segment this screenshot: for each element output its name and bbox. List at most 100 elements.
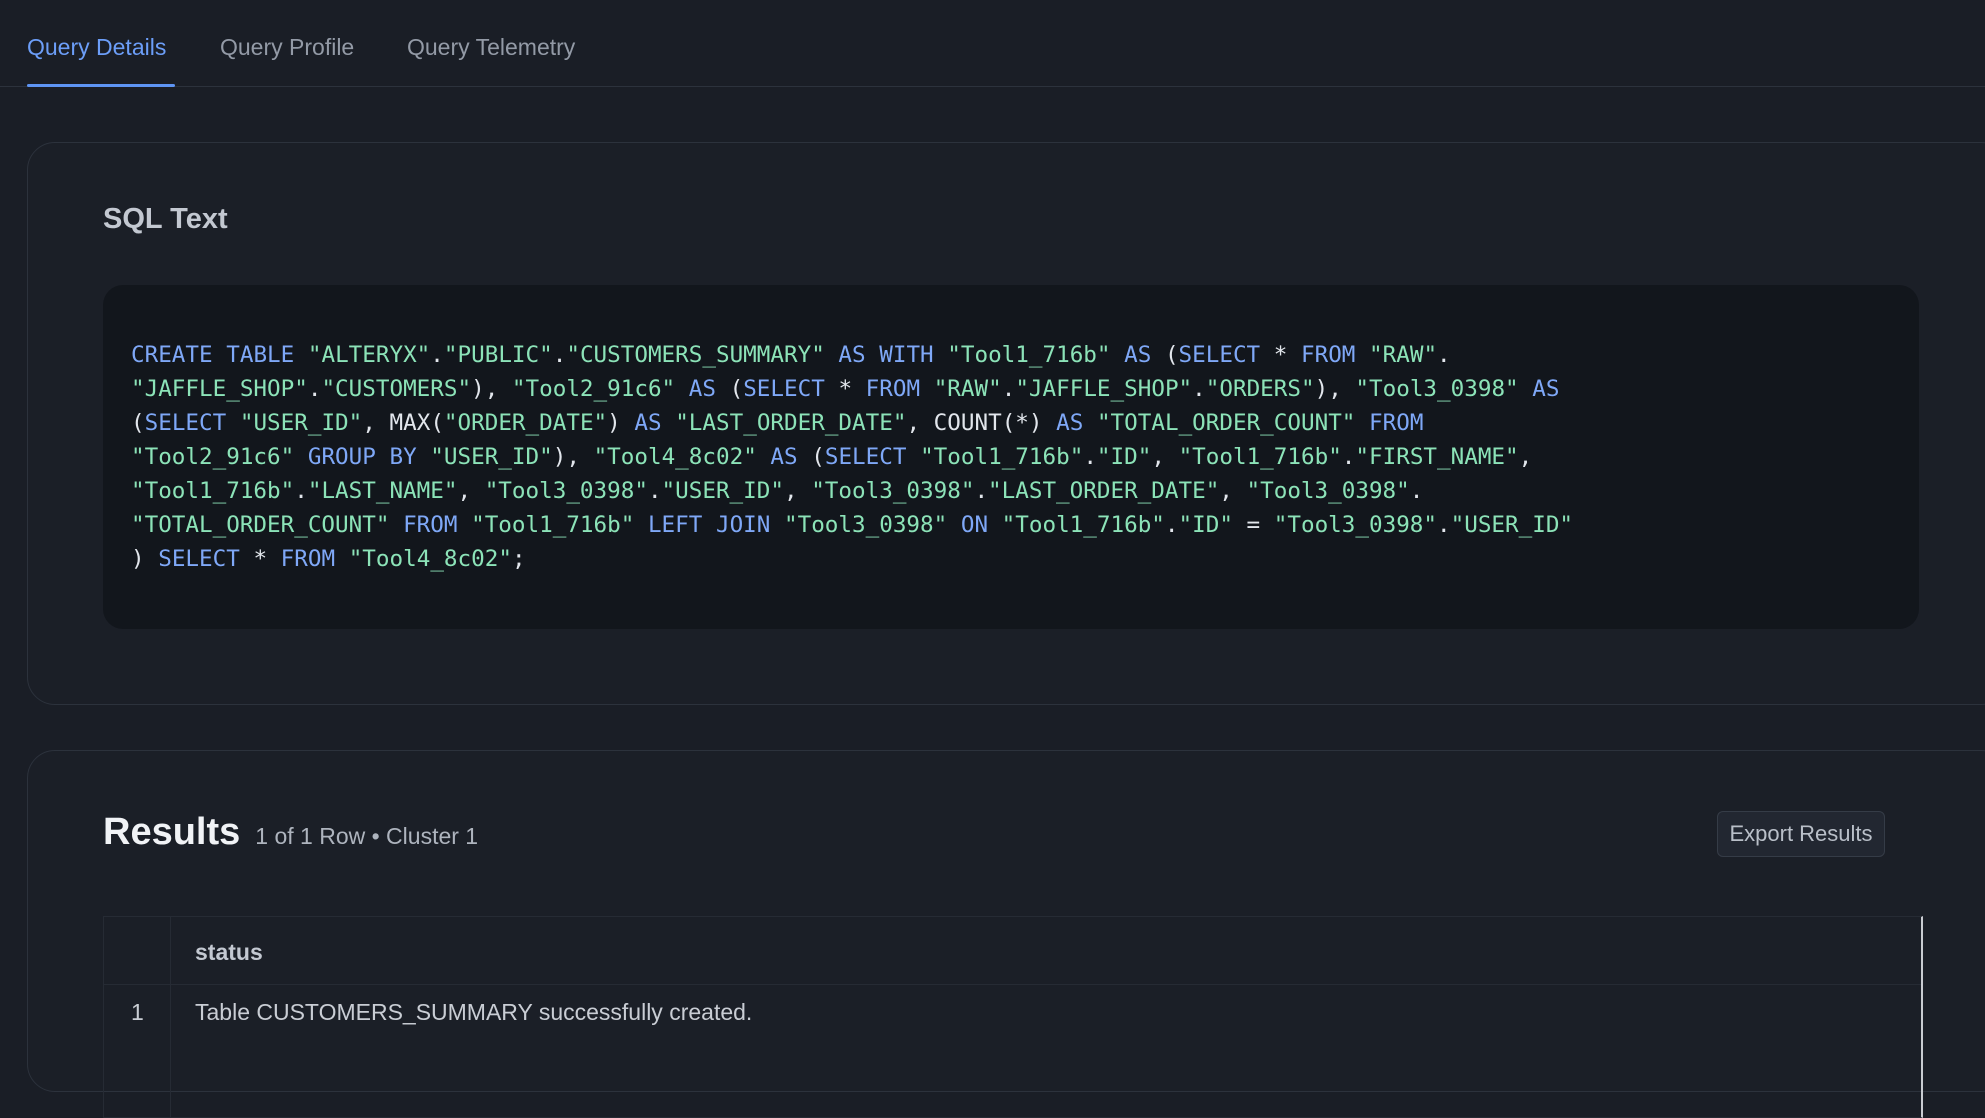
sql-token: * bbox=[1015, 410, 1029, 436]
results-card: Results 1 of 1 Row • Cluster 1 Export Re… bbox=[27, 750, 1985, 1118]
sql-token: ) bbox=[471, 376, 485, 402]
results-header: Results 1 of 1 Row • Cluster 1 bbox=[103, 811, 478, 854]
sql-keyword: AS bbox=[1124, 342, 1152, 368]
sql-identifier: "USER_ID" bbox=[239, 410, 363, 436]
sql-token: ) bbox=[552, 444, 567, 470]
sql-identifier: "Tool1_716b" bbox=[947, 342, 1111, 368]
sql-token: , bbox=[1151, 444, 1165, 470]
sql-keyword: FROM bbox=[1369, 410, 1424, 436]
row-number-divider bbox=[170, 917, 171, 1117]
sql-identifier: "ID" bbox=[1178, 512, 1233, 538]
sql-token: . bbox=[294, 478, 308, 504]
results-title: Results bbox=[103, 811, 241, 853]
sql-keyword: SELECT bbox=[1178, 342, 1261, 368]
export-results-button[interactable]: Export Results bbox=[1717, 811, 1885, 857]
sql-token: . bbox=[647, 478, 662, 504]
sql-token: COUNT bbox=[933, 410, 1002, 436]
sql-identifier: "Tool1_716b" bbox=[1001, 512, 1165, 538]
sql-identifier: "Tool3_0398" bbox=[1273, 512, 1437, 538]
sql-keyword: CREATE bbox=[131, 342, 213, 368]
tab-query-details[interactable]: Query Details bbox=[27, 34, 166, 61]
sql-identifier: "Tool3_0398" bbox=[1246, 478, 1410, 504]
sql-token: ; bbox=[511, 546, 526, 572]
sql-identifier: "LAST_ORDER_DATE" bbox=[988, 478, 1220, 504]
sql-token: , bbox=[906, 410, 921, 436]
sql-identifier: "RAW" bbox=[1369, 342, 1438, 368]
sql-keyword: AS bbox=[770, 444, 798, 470]
sql-token: ( bbox=[430, 410, 444, 436]
sql-token: . bbox=[974, 478, 989, 504]
sql-identifier: "Tool1_716b" bbox=[1178, 444, 1342, 470]
sql-token: ( bbox=[729, 376, 744, 402]
sql-identifier: "Tool3_0398" bbox=[1355, 376, 1519, 402]
table-cell-status: Table CUSTOMERS_SUMMARY successfully cre… bbox=[195, 999, 753, 1025]
sql-identifier: "Tool2_91c6" bbox=[511, 376, 676, 402]
table-header-row: status bbox=[104, 917, 1921, 985]
sql-text-card: SQL Text CREATE TABLE "ALTERYX"."PUBLIC"… bbox=[27, 142, 1985, 705]
sql-keyword: FROM bbox=[865, 376, 921, 402]
sql-identifier: "USER_ID" bbox=[430, 444, 553, 470]
sql-keyword: FROM bbox=[1301, 342, 1356, 368]
sql-token: . bbox=[1164, 512, 1179, 538]
sql-identifier: "Tool1_716b" bbox=[920, 444, 1084, 470]
sql-keyword: FROM bbox=[280, 546, 336, 572]
sql-token: , bbox=[1518, 444, 1533, 470]
sql-identifier: "USER_ID" bbox=[661, 478, 784, 504]
sql-token: ) bbox=[1028, 410, 1043, 436]
sql-token: , bbox=[783, 478, 798, 504]
tab-query-profile[interactable]: Query Profile bbox=[220, 34, 354, 61]
tab-query-telemetry[interactable]: Query Telemetry bbox=[407, 34, 575, 61]
sql-identifier: "ORDER_DATE" bbox=[443, 410, 608, 436]
sql-token: ) bbox=[131, 546, 145, 572]
sql-identifier: "CUSTOMERS_SUMMARY" bbox=[566, 342, 825, 368]
sql-identifier: "Tool3_0398" bbox=[811, 478, 975, 504]
sql-identifier: "USER_ID" bbox=[1450, 512, 1574, 538]
active-tab-indicator bbox=[27, 84, 175, 87]
sql-token: . bbox=[430, 342, 444, 368]
sql-token: * bbox=[838, 376, 853, 402]
sql-token: , bbox=[1219, 478, 1233, 504]
sql-identifier: "Tool2_91c6" bbox=[131, 444, 295, 470]
sql-token: ( bbox=[1001, 410, 1016, 436]
sql-code-block: CREATE TABLE "ALTERYX"."PUBLIC"."CUSTOME… bbox=[103, 285, 1919, 629]
sql-identifier: "Tool3_0398" bbox=[784, 512, 948, 538]
sql-token: , bbox=[484, 376, 499, 402]
sql-token: * bbox=[1273, 342, 1288, 368]
sql-keyword: SELECT bbox=[144, 410, 227, 436]
sql-token: . bbox=[1437, 512, 1451, 538]
sql-identifier: "FIRST_NAME" bbox=[1355, 444, 1519, 470]
sql-identifier: "Tool4_8c02" bbox=[348, 546, 512, 572]
sql-keyword: AS bbox=[688, 376, 716, 402]
results-row-count: 1 of 1 Row • Cluster 1 bbox=[255, 823, 479, 849]
column-header-status[interactable]: status bbox=[195, 939, 263, 966]
tab-bar: Query Details Query Profile Query Teleme… bbox=[0, 0, 1985, 87]
sql-token: MAX bbox=[389, 410, 431, 436]
sql-identifier: "ID" bbox=[1096, 444, 1152, 470]
sql-keyword: FROM bbox=[403, 512, 458, 538]
sql-token: . bbox=[1083, 444, 1097, 470]
